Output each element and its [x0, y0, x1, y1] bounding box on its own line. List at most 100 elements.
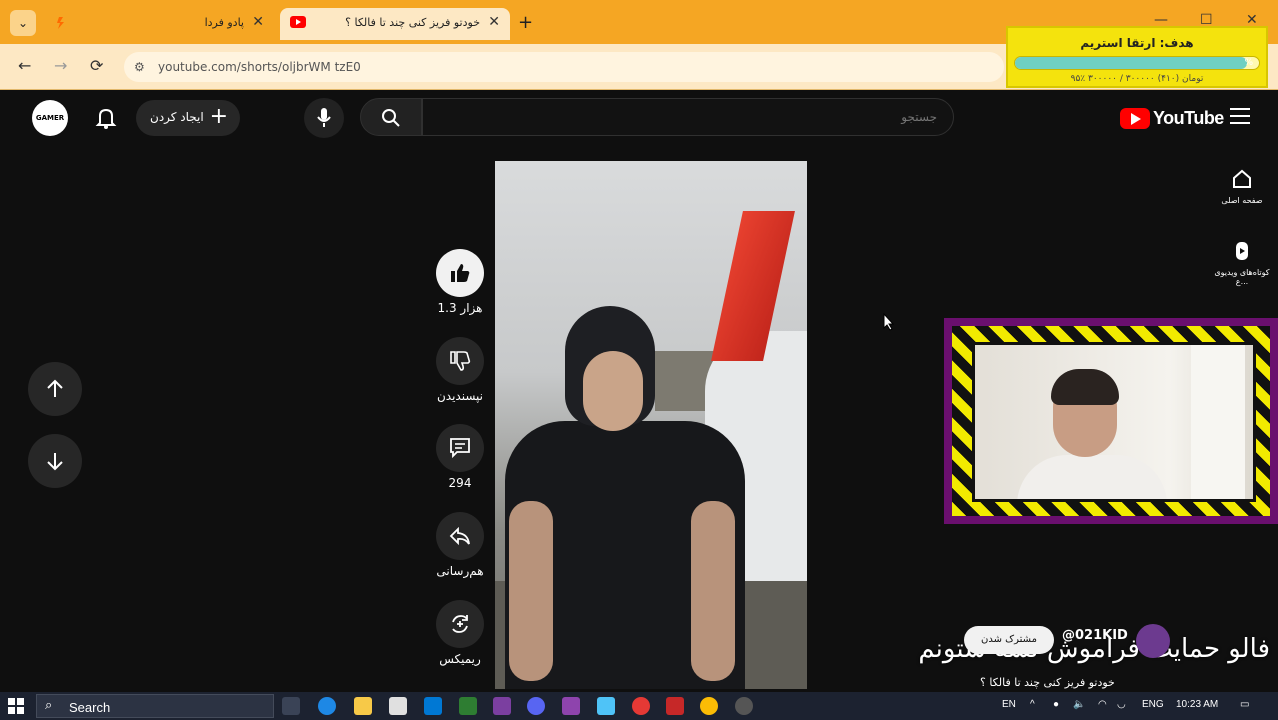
forward-arrow-icon[interactable]: →	[54, 56, 67, 75]
mouse-cursor-icon	[883, 313, 895, 331]
discord-icon[interactable]	[527, 697, 545, 715]
notifications-icon[interactable]: ▭	[1240, 699, 1249, 710]
plus-icon: +	[209, 104, 228, 129]
account-avatar[interactable]: GAMER	[32, 100, 68, 136]
app-icon[interactable]	[459, 697, 477, 715]
menu-icon[interactable]	[1230, 108, 1250, 124]
arrow-up-icon	[47, 379, 63, 397]
video-person-face	[583, 351, 643, 431]
language-indicator[interactable]: EN	[1002, 699, 1016, 710]
search-bar	[360, 98, 954, 136]
create-button[interactable]: ایجاد کردن +	[136, 100, 240, 136]
remix-icon	[452, 615, 468, 633]
nav-shorts[interactable]: کوتاه‌های ویدیوی ع...	[1210, 240, 1274, 286]
search-icon	[382, 109, 400, 127]
comment-icon	[450, 438, 470, 459]
like-button[interactable]	[436, 249, 484, 297]
video-person-arm	[509, 501, 553, 681]
goal-progress-bar: %	[1014, 56, 1260, 70]
file-explorer-icon[interactable]	[354, 697, 372, 715]
app-icon[interactable]	[562, 697, 580, 715]
stream-overlay-text: فالو حمایت فراموش نشه ستونم	[918, 634, 1270, 664]
goal-title: هدف: ارتقا استریم	[1080, 36, 1194, 50]
arrow-down-icon	[47, 453, 63, 471]
voice-search-button[interactable]	[304, 98, 344, 138]
edge-icon[interactable]	[318, 697, 336, 715]
next-short-button[interactable]	[28, 434, 82, 488]
youtube-logo[interactable]: YouTube	[1120, 106, 1224, 130]
tab-youtube[interactable]: خودتو فریز کنی چند تا فالکا ؟ ✕	[280, 8, 510, 40]
input-language[interactable]: ENG	[1142, 699, 1164, 710]
chevron-up-icon[interactable]: ^	[1030, 699, 1035, 710]
remix-button[interactable]	[436, 600, 484, 648]
webcam-feed	[972, 342, 1256, 502]
reload-icon[interactable]: ⟳	[90, 56, 103, 75]
site-info-icon[interactable]: ⚙	[134, 60, 145, 74]
comments-button[interactable]	[436, 424, 484, 472]
task-view-icon[interactable]	[282, 697, 300, 715]
back-arrow-icon[interactable]: ←	[18, 56, 31, 75]
shorts-video-player[interactable]	[495, 161, 807, 689]
mail-icon[interactable]	[424, 697, 442, 715]
notifications-bell-icon[interactable]	[92, 104, 120, 132]
taskbar-search[interactable]: ⌕ Search	[36, 694, 274, 718]
new-tab-button[interactable]: +	[518, 12, 533, 33]
share-action[interactable]: هم‌رسانی	[435, 512, 485, 578]
wifi-icon[interactable]: ◡	[1117, 699, 1126, 710]
thumbs-up-icon	[451, 264, 470, 282]
subscribe-button[interactable]: مشترک شدن	[964, 626, 1054, 654]
goal-progress-fill	[1015, 57, 1247, 69]
short-title: خودتو فریز کنی چند تا فالکا ؟	[980, 676, 1115, 689]
comment-count: 294	[448, 476, 472, 490]
nav-home[interactable]: صفحه اصلی	[1210, 168, 1274, 205]
like-action[interactable]: 1.3 هزار	[435, 249, 485, 315]
microphone-icon	[317, 108, 331, 127]
network-icon[interactable]: ◠	[1098, 699, 1107, 710]
close-tab-icon[interactable]: ✕	[488, 14, 500, 30]
clock[interactable]: 10:23 AM	[1176, 699, 1218, 710]
goal-subtitle: ۹۵٪ ۳۰۰۰۰۰ / ۳۰۰۰۰۰ تومان (۴۱۰)	[1070, 74, 1204, 84]
tab-title: پادو فردا	[204, 16, 244, 29]
tab-title: خودتو فریز کنی چند تا فالکا ؟	[345, 16, 480, 29]
video-person-arm	[691, 501, 735, 681]
channel-handle[interactable]: @021KID	[1062, 628, 1128, 643]
dislike-label: نپسندیدن	[436, 389, 484, 403]
screen: ⌄ پادو فردا ✕ خودتو فریز کنی چند تا فالک…	[0, 0, 1278, 720]
search-button[interactable]	[360, 98, 422, 136]
tab-search-button[interactable]: ⌄	[10, 10, 36, 36]
previous-short-button[interactable]	[28, 362, 82, 416]
tab-padofarda[interactable]: پادو فردا ✕	[44, 8, 274, 40]
search-icon: ⌕	[45, 698, 53, 713]
dislike-button[interactable]	[436, 337, 484, 385]
rubika-icon[interactable]	[493, 697, 511, 715]
volume-icon[interactable]: 🔈	[1073, 699, 1085, 710]
microphone-icon[interactable]: ●	[1053, 699, 1059, 710]
youtube-logo-text: YouTube	[1153, 108, 1224, 128]
share-label: هم‌رسانی	[436, 564, 484, 578]
shorts-icon	[1236, 242, 1248, 260]
like-count: 1.3 هزار	[437, 301, 483, 315]
chrome-icon[interactable]	[700, 697, 718, 715]
share-icon	[449, 526, 470, 546]
app-icon[interactable]	[597, 697, 615, 715]
search-input[interactable]	[422, 98, 954, 136]
windows-taskbar: ⌕ Search EN ^ ● 🔈 ◠ ◡ ENG 10:23 AM ▭	[0, 692, 1278, 720]
channel-avatar[interactable]	[1136, 624, 1170, 658]
taskbar-search-label: Search	[69, 700, 111, 715]
windows-start-icon[interactable]	[8, 698, 24, 714]
store-icon[interactable]	[389, 697, 407, 715]
create-label: ایجاد کردن	[150, 110, 204, 124]
tab-favicon-icon	[54, 16, 70, 30]
app-icon[interactable]	[735, 697, 753, 715]
dislike-action[interactable]: نپسندیدن	[435, 337, 485, 403]
comments-action[interactable]: 294	[435, 424, 485, 490]
nav-shorts-label: کوتاه‌های ویدیوی ع...	[1214, 268, 1270, 286]
remix-action[interactable]: ریمیکس	[435, 600, 485, 666]
youtube-favicon-icon	[290, 16, 306, 30]
share-button[interactable]	[436, 512, 484, 560]
home-icon	[1233, 169, 1251, 188]
url-field[interactable]: ⚙ youtube.com/shorts/oljbrWM tzE0	[124, 52, 1004, 82]
obs-icon[interactable]	[632, 697, 650, 715]
app-icon[interactable]	[666, 697, 684, 715]
close-tab-icon[interactable]: ✕	[252, 14, 264, 30]
